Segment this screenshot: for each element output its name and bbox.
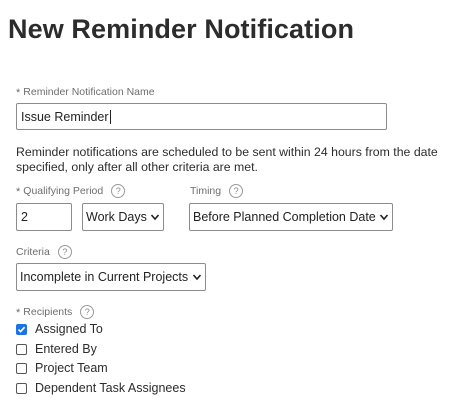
help-circle-icon[interactable]: ? — [111, 184, 126, 198]
criteria-select[interactable]: Incomplete in Current Projects — [16, 263, 206, 291]
recipients-label-text: Recipients — [23, 306, 73, 318]
checkbox[interactable] — [16, 343, 27, 355]
required-mark: * — [16, 307, 21, 319]
qualifying-period-label: * Qualifying Period ? — [16, 184, 126, 198]
qualifying-period-unit-select[interactable]: Work Days — [82, 203, 164, 231]
recipient-option-label: Assigned To — [35, 322, 103, 336]
name-field-label: * Reminder Notification Name — [16, 86, 155, 99]
chevron-down-icon — [379, 214, 389, 221]
checkbox[interactable] — [16, 382, 27, 394]
reminder-name-input[interactable]: Issue Reminder — [16, 103, 387, 130]
criteria-label-text: Criteria — [16, 246, 50, 258]
required-mark: * — [16, 87, 21, 99]
reminder-name-value: Issue Reminder — [21, 109, 109, 124]
page-title: New Reminder Notification — [8, 14, 355, 44]
help-circle-icon[interactable]: ? — [57, 245, 72, 259]
qualifying-period-value: 2 — [21, 210, 28, 224]
help-circle-icon[interactable]: ? — [80, 305, 95, 319]
timing-label-text: Timing — [190, 185, 222, 197]
name-field-label-text: Reminder Notification Name — [23, 86, 155, 98]
help-circle-icon[interactable]: ? — [229, 184, 244, 198]
recipient-option-project-team[interactable]: Project Team — [16, 361, 108, 375]
recipient-option-dependent-task-assignees[interactable]: Dependent Task Assignees — [16, 381, 186, 395]
recipients-label: * Recipients ? — [16, 305, 95, 319]
recipient-option-entered-by[interactable]: Entered By — [16, 342, 97, 356]
info-text: Reminder notifications are scheduled to … — [16, 145, 438, 174]
recipient-option-label: Dependent Task Assignees — [35, 381, 186, 395]
checkbox-checked[interactable] — [16, 323, 27, 335]
text-caret — [109, 109, 111, 124]
recipient-option-label: Project Team — [35, 361, 108, 375]
qualifying-period-label-text: Qualifying Period — [23, 185, 104, 197]
check-icon — [17, 326, 26, 333]
qualifying-period-input[interactable]: 2 — [16, 203, 72, 231]
chevron-down-icon — [192, 274, 202, 281]
criteria-label: Criteria ? — [16, 245, 72, 259]
timing-select[interactable]: Before Planned Completion Date — [189, 203, 393, 231]
recipient-option-label: Entered By — [35, 342, 97, 356]
recipient-option-assigned-to[interactable]: Assigned To — [16, 322, 103, 336]
criteria-value: Incomplete in Current Projects — [20, 270, 189, 284]
reminder-notification-form: New Reminder Notification * Reminder Not… — [0, 0, 451, 406]
timing-label: Timing ? — [190, 184, 244, 198]
timing-value: Before Planned Completion Date — [193, 210, 376, 224]
checkbox[interactable] — [16, 362, 27, 374]
required-mark: * — [16, 186, 21, 198]
chevron-down-icon — [150, 214, 160, 221]
qualifying-period-unit-value: Work Days — [86, 210, 147, 224]
